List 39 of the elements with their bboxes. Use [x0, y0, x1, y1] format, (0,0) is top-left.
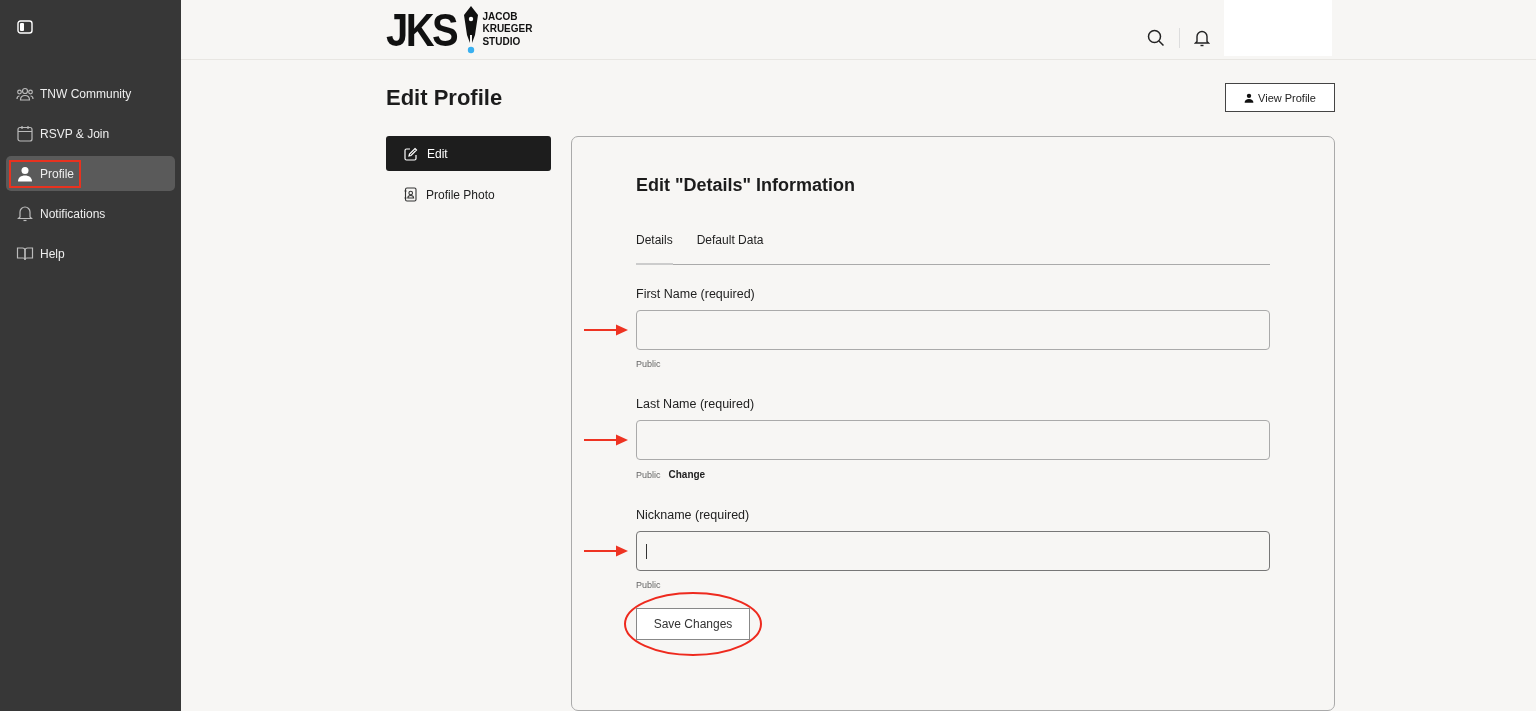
search-icon[interactable] — [1147, 29, 1165, 47]
subnav-item[interactable]: Edit — [386, 136, 551, 171]
book-icon — [16, 246, 34, 261]
sidebar-item[interactable]: TNW Community — [6, 76, 175, 111]
field-label: First Name (required) — [636, 287, 756, 301]
input-field[interactable] — [636, 531, 1270, 571]
save-changes-button[interactable]: Save Changes — [636, 608, 750, 640]
view-profile-button[interactable]: View Profile — [1225, 83, 1335, 112]
person-icon — [16, 165, 34, 182]
visibility-hint: Public — [636, 470, 661, 480]
logo-mark: JKS — [386, 6, 457, 53]
input-field[interactable] — [636, 310, 1270, 350]
sidebar-toggle-icon[interactable] — [17, 20, 33, 34]
page-title: Edit Profile — [386, 84, 503, 111]
pen-nib-icon — [463, 4, 480, 55]
logo-text: STUDIO — [482, 35, 522, 49]
tab[interactable]: Default Data — [696, 233, 764, 265]
people-icon — [16, 85, 34, 102]
change-link[interactable]: Change — [668, 469, 706, 480]
panel-heading: Edit "Details" Information — [636, 175, 857, 196]
visibility-hint: Public — [636, 580, 661, 590]
sidebar-item[interactable]: Notifications — [6, 196, 175, 231]
sidebar-item[interactable]: Profile — [6, 156, 175, 191]
logo-text: KRUEGER — [482, 23, 533, 36]
sidebar-item[interactable]: Help — [6, 236, 175, 271]
bell-icon — [16, 205, 34, 222]
sidebar-item[interactable]: RSVP & Join — [6, 116, 175, 151]
calendar-icon — [16, 125, 34, 142]
field-label: Last Name (required) — [636, 397, 756, 411]
tab[interactable]: Details — [636, 233, 673, 265]
logo-text: JACOB — [482, 10, 519, 24]
person-icon — [1244, 92, 1255, 103]
field-label: Nickname (required) — [636, 508, 751, 522]
bell-icon[interactable] — [1194, 29, 1210, 47]
visibility-hint: Public — [636, 359, 661, 369]
contact-card-icon — [404, 187, 417, 202]
subnav-item[interactable]: Profile Photo — [386, 177, 551, 212]
input-field[interactable] — [636, 420, 1270, 460]
edit-icon — [404, 146, 418, 161]
